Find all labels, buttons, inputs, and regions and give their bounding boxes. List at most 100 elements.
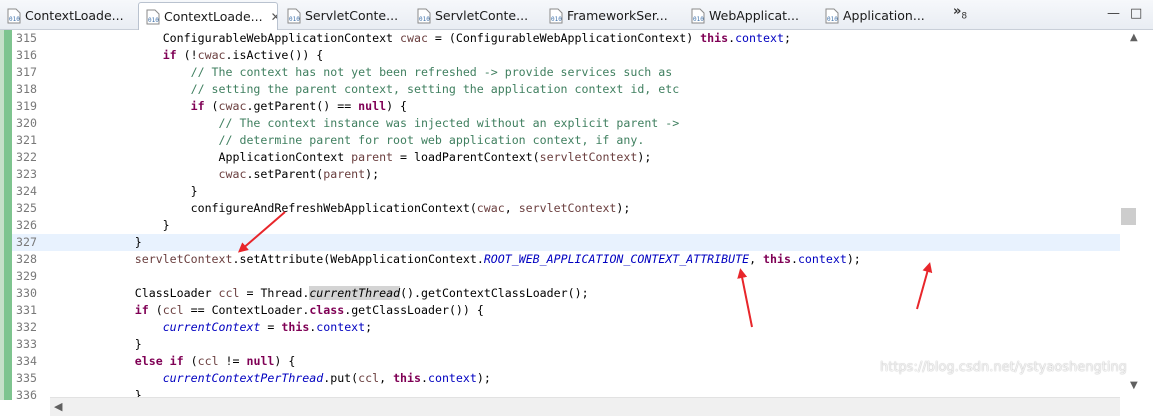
- tab-overflow-button[interactable]: »8: [953, 4, 967, 22]
- tab-label: FrameworkSer...: [567, 8, 668, 23]
- maximize-button[interactable]: □: [1130, 6, 1142, 21]
- svg-text:010: 010: [289, 16, 300, 23]
- svg-text:010: 010: [9, 16, 20, 23]
- code-text: // The context has not yet been refreshe…: [190, 65, 673, 79]
- watermark: https://blog.csdn.net/ystyaoshengting: [880, 360, 1127, 375]
- line-number: 335: [16, 371, 37, 385]
- editor-tab-bar: 010 ContextLoade... 010 ContextLoade... …: [0, 0, 1153, 30]
- code-text: ApplicationContext parent = loadParentCo…: [218, 150, 652, 164]
- close-icon[interactable]: ✕: [271, 10, 277, 24]
- svg-text:010: 010: [419, 16, 430, 23]
- line-number: 321: [16, 133, 37, 147]
- code-text: }: [51, 235, 142, 249]
- editor-tab-1[interactable]: 010 ContextLoade...: [0, 3, 133, 28]
- current-code-line: 327 }: [0, 234, 1120, 251]
- code-line: 324 }: [0, 183, 1120, 200]
- java-class-file-icon: 010: [287, 8, 301, 23]
- svg-text:010: 010: [827, 16, 838, 23]
- change-ruler: [4, 30, 12, 400]
- line-number: 333: [16, 337, 37, 351]
- code-line: 328 servletContext.setAttribute(WebAppli…: [0, 251, 1120, 268]
- code-line: 322 ApplicationContext parent = loadPare…: [0, 149, 1120, 166]
- line-number: 324: [16, 184, 37, 198]
- editor-tab-6[interactable]: 010 WebApplicat...: [684, 3, 816, 28]
- code-line: 333 }: [0, 336, 1120, 353]
- line-number: 328: [16, 252, 37, 266]
- line-number: 336: [16, 388, 37, 400]
- code-text: }: [51, 218, 170, 232]
- editor-tab-2-active[interactable]: 010 ContextLoade... ✕: [138, 2, 278, 30]
- code-line: 331 if (ccl == ContextLoader.class.getCl…: [0, 302, 1120, 319]
- line-number: 323: [16, 167, 37, 181]
- code-text: cwac.setParent(parent);: [218, 167, 380, 181]
- tab-label: ContextLoade...: [164, 9, 263, 24]
- code-lines: 315 ConfigurableWebApplicationContext cw…: [0, 30, 1120, 400]
- line-number: 318: [16, 82, 37, 96]
- scroll-down-icon[interactable]: ▼: [1130, 380, 1138, 391]
- line-number: 315: [16, 31, 37, 45]
- svg-text:010: 010: [693, 16, 704, 23]
- code-text: ConfigurableWebApplicationContext cwac =…: [162, 31, 791, 45]
- tab-label: ServletConte...: [435, 8, 529, 23]
- code-line: 330 ClassLoader ccl = Thread.currentThre…: [0, 285, 1120, 302]
- editor-tab-4[interactable]: 010 ServletConte...: [410, 3, 540, 28]
- code-text: if (ccl == ContextLoader.class.getClassL…: [134, 303, 484, 317]
- line-number: 316: [16, 48, 37, 62]
- code-text: else if (ccl != null) {: [134, 354, 296, 368]
- code-text: }: [51, 337, 142, 351]
- code-text: if (!cwac.isActive()) {: [162, 48, 324, 62]
- line-number: 317: [16, 65, 37, 79]
- svg-text:010: 010: [551, 16, 562, 23]
- code-line: 315 ConfigurableWebApplicationContext cw…: [0, 30, 1120, 47]
- horizontal-scrollbar[interactable]: ◀: [50, 397, 1120, 416]
- java-class-file-icon: 010: [549, 8, 563, 23]
- code-line: 316 if (!cwac.isActive()) {: [0, 47, 1120, 64]
- tab-label: Application...: [843, 8, 925, 23]
- code-line: 318 // setting the parent context, setti…: [0, 81, 1120, 98]
- code-line: 325 configureAndRefreshWebApplicationCon…: [0, 200, 1120, 217]
- line-number: 320: [16, 116, 37, 130]
- line-number: 329: [16, 269, 37, 283]
- code-text: }: [51, 184, 198, 198]
- line-number: 322: [16, 150, 37, 164]
- scroll-up-icon[interactable]: ▲: [1130, 32, 1138, 43]
- minimize-button[interactable]: —: [1107, 6, 1120, 21]
- line-number: 331: [16, 303, 37, 317]
- tab-label: ContextLoade...: [25, 8, 124, 23]
- editor-tab-7[interactable]: 010 Application...: [818, 3, 948, 28]
- line-number: 330: [16, 286, 37, 300]
- line-number: 326: [16, 218, 37, 232]
- java-class-file-icon: 010: [146, 9, 160, 24]
- java-class-file-icon: 010: [7, 8, 21, 23]
- code-text: currentContext = this.context;: [162, 320, 373, 334]
- scroll-left-icon[interactable]: ◀: [54, 400, 62, 413]
- code-line: 319 if (cwac.getParent() == null) {: [0, 98, 1120, 115]
- code-text: currentContextPerThread.put(ccl, this.co…: [162, 371, 491, 385]
- code-text: // determine parent for root web applica…: [218, 133, 645, 147]
- code-line: 321 // determine parent for root web app…: [0, 132, 1120, 149]
- scrollbar-thumb[interactable]: [1121, 208, 1136, 225]
- code-text: if (cwac.getParent() == null) {: [190, 99, 408, 113]
- editor-tab-5[interactable]: 010 FrameworkSer...: [542, 3, 682, 28]
- tab-label: WebApplicat...: [709, 8, 799, 23]
- line-number: 327: [16, 235, 37, 249]
- line-number: 332: [16, 320, 37, 334]
- code-text: ClassLoader ccl = Thread.currentThread()…: [134, 286, 589, 300]
- editor-tab-3[interactable]: 010 ServletConte...: [280, 3, 410, 28]
- code-editor[interactable]: 315 ConfigurableWebApplicationContext cw…: [0, 30, 1153, 416]
- code-text: configureAndRefreshWebApplicationContext…: [190, 201, 631, 215]
- java-class-file-icon: 010: [691, 8, 705, 23]
- tab-label: ServletConte...: [305, 8, 399, 23]
- code-line: 329: [0, 268, 1120, 285]
- java-class-file-icon: 010: [825, 8, 839, 23]
- code-text: // The context instance was injected wit…: [218, 116, 680, 130]
- line-number: 325: [16, 201, 37, 215]
- code-line: 326 }: [0, 217, 1120, 234]
- code-line: 323 cwac.setParent(parent);: [0, 166, 1120, 183]
- overflow-count: 8: [961, 11, 968, 22]
- code-text: servletContext.setAttribute(WebApplicati…: [134, 252, 861, 266]
- line-number: 319: [16, 99, 37, 113]
- java-class-file-icon: 010: [417, 8, 431, 23]
- code-line: 332 currentContext = this.context;: [0, 319, 1120, 336]
- code-text: // setting the parent context, setting t…: [190, 82, 680, 96]
